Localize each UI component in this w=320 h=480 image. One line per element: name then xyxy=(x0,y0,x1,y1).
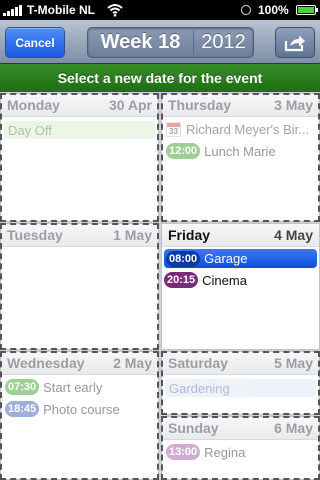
event-title: Start early xyxy=(43,379,103,395)
carrier-name: T-Mobile NL xyxy=(27,3,95,17)
birthday-event: 33 Richard Meyer's Bir... xyxy=(166,119,315,139)
timed-event: 07:30 Start early xyxy=(5,377,154,397)
event-title: Regina xyxy=(204,444,246,460)
allday-event-title: Day Off xyxy=(8,122,52,138)
day-date: 4 May xyxy=(274,227,313,243)
allday-event: Gardening xyxy=(165,379,316,397)
event-title: Richard Meyer's Bir... xyxy=(186,121,310,137)
wifi-icon xyxy=(107,4,123,17)
day-name: Wednesday xyxy=(7,355,85,371)
signal-strength-icon xyxy=(3,5,22,16)
year-label: 2012 xyxy=(201,31,246,53)
timed-event[interactable]: 20:15 Cinema xyxy=(164,270,315,290)
share-button[interactable] xyxy=(275,27,315,58)
event-title: Lunch Marie xyxy=(204,143,276,159)
timed-event: 12:00 Lunch Marie xyxy=(166,141,315,161)
event-title: Photo course xyxy=(43,401,120,417)
day-date: 3 May xyxy=(274,97,313,113)
event-time: 12:00 xyxy=(166,143,201,159)
day-header: Sunday 6 May xyxy=(162,417,319,440)
event-time: 13:00 xyxy=(166,444,201,460)
selected-event[interactable]: 08:00 Garage xyxy=(164,249,317,268)
day-cell-monday[interactable]: Monday 30 Apr Day Off xyxy=(0,93,159,222)
timed-event: 13:00 Regina xyxy=(166,442,315,462)
week-label: Week 18 xyxy=(100,31,181,53)
day-cell-saturday[interactable]: Saturday 5 May Gardening xyxy=(161,351,320,415)
event-time: 08:00 xyxy=(166,250,201,267)
event-title: Garage xyxy=(204,251,248,266)
day-cell-wednesday[interactable]: Wednesday 2 May 07:30 Start early 18:45 … xyxy=(0,351,159,480)
day-date: 1 May xyxy=(113,227,152,243)
day-header: Monday 30 Apr xyxy=(1,94,158,117)
day-cell-tuesday[interactable]: Tuesday 1 May xyxy=(0,223,159,350)
day-name: Thursday xyxy=(168,97,232,113)
day-cell-sunday[interactable]: Sunday 6 May 13:00 Regina xyxy=(161,416,320,480)
day-date: 2 May xyxy=(113,355,152,371)
event-time: 07:30 xyxy=(5,379,40,395)
day-cell-thursday[interactable]: Thursday 3 May 33 Richard Meyer's Bir...… xyxy=(161,93,320,222)
day-header: Saturday 5 May xyxy=(162,352,319,375)
day-date: 6 May xyxy=(274,420,313,436)
instruction-banner: Select a new date for the event xyxy=(0,64,320,92)
day-date: 5 May xyxy=(274,355,313,371)
day-header: Tuesday 1 May xyxy=(1,224,158,247)
day-header: Wednesday 2 May xyxy=(1,352,158,375)
cancel-button[interactable]: Cancel xyxy=(5,27,65,58)
timed-event: 18:45 Photo course xyxy=(5,399,154,419)
day-cell-friday[interactable]: Friday 4 May 08:00 Garage 20:15 Cinema xyxy=(161,223,320,350)
day-header: Thursday 3 May xyxy=(162,94,319,117)
birthday-calendar-icon: 33 xyxy=(166,121,181,137)
day-name: Tuesday xyxy=(7,227,63,243)
day-name: Monday xyxy=(7,97,60,113)
navigation-bar: Cancel Week 18 2012 xyxy=(0,20,320,64)
day-name: Friday xyxy=(168,227,211,243)
share-icon xyxy=(284,35,305,51)
week-grid: Monday 30 Apr Day Off Thursday 3 May 33 … xyxy=(0,92,320,480)
status-bar: T-Mobile NL 100% xyxy=(0,0,320,20)
day-name: Saturday xyxy=(168,355,228,371)
battery-percentage: 100% xyxy=(258,3,289,17)
allday-event-title: Gardening xyxy=(169,380,230,396)
event-time: 20:15 xyxy=(164,272,199,288)
day-header: Friday 4 May xyxy=(162,224,319,247)
day-name: Sunday xyxy=(168,420,219,436)
event-title: Cinema xyxy=(202,272,247,288)
alarm-clock-icon xyxy=(241,5,251,15)
allday-event: Day Off xyxy=(4,121,155,139)
battery-icon xyxy=(296,5,318,15)
day-date: 30 Apr xyxy=(108,97,152,113)
event-time: 18:45 xyxy=(5,401,40,417)
week-selector[interactable]: Week 18 2012 xyxy=(87,27,254,58)
